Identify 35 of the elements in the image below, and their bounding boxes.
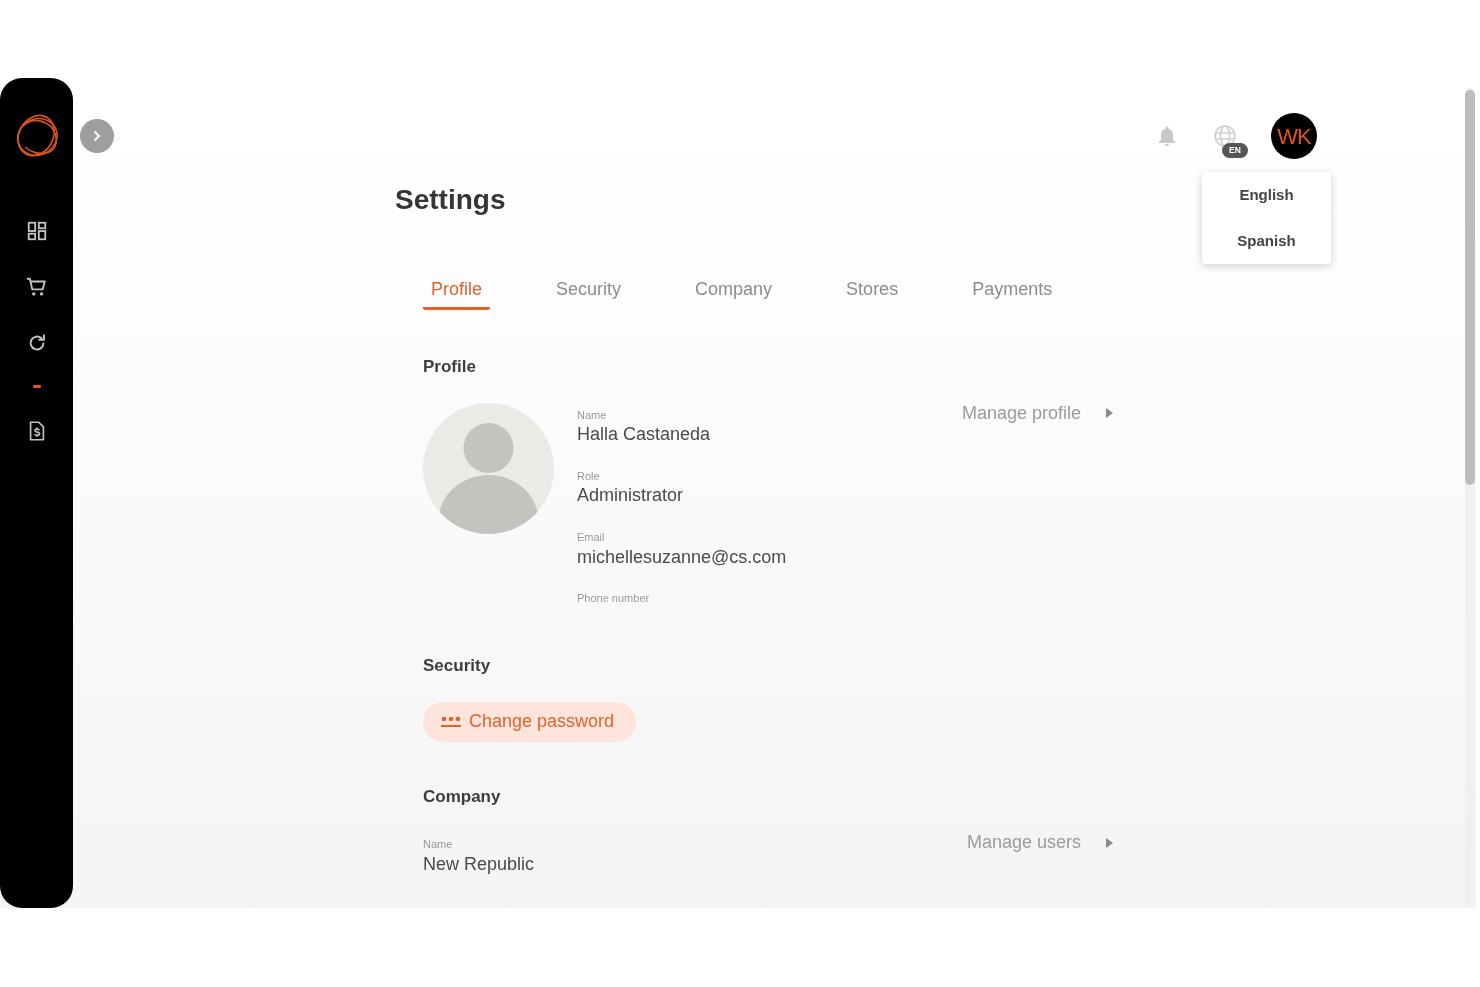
cart-icon[interactable] <box>25 276 48 298</box>
field-label: Name <box>423 838 453 852</box>
expand-button[interactable] <box>80 119 114 153</box>
field-value: michellesuzanne@cs.com <box>577 546 787 569</box>
manage-profile-link[interactable]: Manage profile <box>961 402 1113 425</box>
page-title: Settings <box>395 183 506 217</box>
section-heading: Company <box>423 786 501 808</box>
manage-users-link[interactable]: Manage users <box>966 832 1113 854</box>
field-value: Administrator <box>577 485 684 507</box>
language-badge: EN <box>1222 143 1248 158</box>
tab[interactable]: Profile <box>423 270 491 311</box>
user-avatar[interactable]: WK <box>1271 113 1317 159</box>
dash-icon <box>32 385 41 388</box>
field-value: New Republic <box>423 853 535 876</box>
field-label: Phone number <box>577 592 650 606</box>
chevron-right-icon <box>93 130 101 142</box>
field-label: Email <box>577 530 605 545</box>
tab[interactable]: Payments <box>964 270 1061 311</box>
tab[interactable]: Stores <box>838 270 907 311</box>
section-heading: Security <box>423 656 491 677</box>
change-password-button[interactable]: Change password <box>423 701 637 742</box>
section-heading: Profile <box>423 357 476 378</box>
scrollbar-thumb[interactable] <box>1465 90 1475 485</box>
dashboard-icon[interactable] <box>25 220 48 242</box>
caret-right-icon <box>1106 837 1113 848</box>
field-label: Name <box>577 408 607 422</box>
globe-icon[interactable] <box>1213 124 1237 148</box>
field-label: Role <box>577 469 600 483</box>
language-option[interactable]: English <box>1202 172 1331 218</box>
language-option[interactable]: Spanish <box>1202 218 1331 264</box>
password-dots-icon <box>441 715 461 728</box>
field-value: Halla Castaneda <box>577 424 711 446</box>
tab[interactable]: Security <box>548 270 630 311</box>
caret-right-icon <box>1106 408 1113 419</box>
tab[interactable]: Company <box>687 270 781 311</box>
